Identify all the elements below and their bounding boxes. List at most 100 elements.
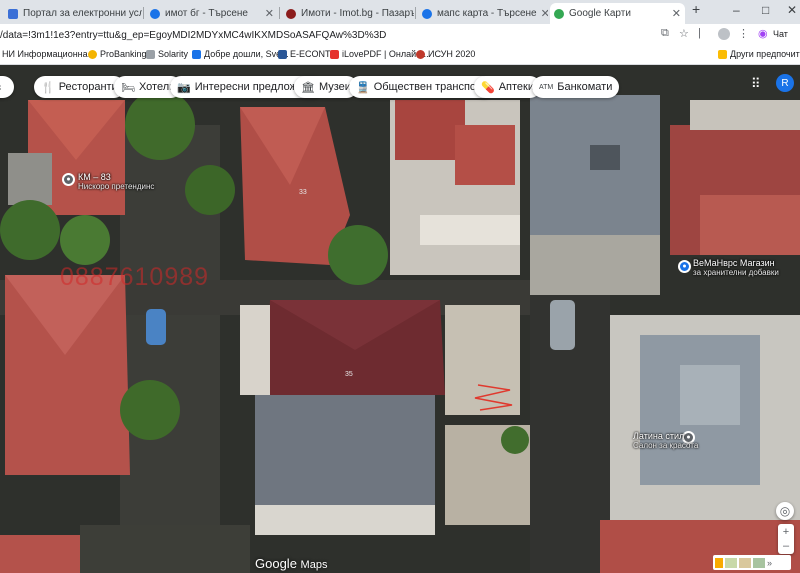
tab-maps-search[interactable]: мапс карта - Търсене ✕ — [418, 3, 548, 24]
profile-icon[interactable] — [718, 28, 730, 40]
minimize-button[interactable]: – — [733, 3, 740, 17]
bookmark-item[interactable]: iLovePDF | Онлайн... — [330, 49, 429, 59]
chat-button[interactable]: Чат — [773, 29, 788, 39]
place-pin-icon[interactable]: ● — [62, 173, 75, 186]
chip-restaurants[interactable]: 🍴 Ресторанти — [34, 76, 125, 98]
close-icon[interactable]: ✕ — [537, 7, 548, 20]
location-target-icon: ◎ — [779, 504, 791, 518]
hotel-icon: 🛏 — [121, 81, 135, 94]
install-app-icon[interactable]: ⧉ — [661, 27, 669, 40]
maximize-button[interactable]: □ — [762, 3, 769, 17]
tab-title: Портал за електронни услуги на — [23, 8, 142, 19]
poi-km83[interactable]: КМ – 83 Нискоро претендинс — [78, 172, 154, 192]
other-bookmarks[interactable]: Други предпочитани — [718, 49, 800, 59]
poi-name: ВеМаНврс Магазин — [693, 258, 775, 268]
tab-title: Имоти - Imot.bg - Пазарът на нс — [301, 8, 414, 19]
bookmark-label: Solarity — [158, 49, 189, 59]
chip-atms[interactable]: ATM Банкомати — [532, 76, 620, 98]
logo-maps-text: Maps — [300, 559, 328, 571]
camera-icon: 📷 — [177, 81, 191, 94]
my-location-button[interactable]: ◎ — [776, 502, 794, 520]
tab-imot-search[interactable]: имот бг - Търсене ✕ — [146, 3, 278, 24]
restaurant-icon: 🍴 — [41, 81, 55, 94]
poi-name: Латина стил — [633, 431, 685, 441]
more-icon[interactable]: ⋮ — [738, 27, 749, 40]
new-tab-button[interactable]: + — [692, 1, 700, 17]
bookmarks-bar: НИ Информационна... ProBanking Solarity … — [0, 46, 800, 65]
chip-label: Обществен транспорт — [373, 81, 487, 93]
tab-title: мапс карта - Търсене — [437, 8, 537, 19]
chip-label: Банкомати — [557, 81, 613, 93]
chip-pharmacies[interactable]: 💊 Аптеки — [474, 76, 541, 98]
url-text: /data=!3m1!1e3?entry=ttu&g_ep=EgoyMDI2MD… — [0, 29, 387, 41]
poi-latina-style[interactable]: Латина стил Салон за красота — [633, 431, 698, 451]
poi-name: КМ – 83 — [78, 172, 111, 182]
close-icon[interactable]: ✕ — [668, 7, 681, 20]
layer-thumbnails[interactable]: » — [713, 555, 791, 570]
divider-icon: | — [698, 27, 701, 39]
google-maps-logo: Google Maps — [255, 556, 327, 571]
pegman-icon[interactable] — [715, 557, 723, 568]
copilot-icon[interactable]: ◉ — [758, 27, 768, 40]
satellite-map[interactable]: ⇆ 🍴Ресторанти 🛏Хотели 📷Интересни предлож… — [0, 65, 800, 573]
building-number: 35 — [345, 371, 353, 378]
bookmark-label: E-ECONT — [290, 49, 331, 59]
layer-thumb[interactable] — [739, 557, 751, 568]
close-window-button[interactable]: ✕ — [787, 3, 797, 17]
phone-watermark: 0887610989 — [60, 263, 210, 291]
bookmark-label: Други предпочитани — [730, 49, 800, 59]
search-favicon-icon — [150, 8, 160, 19]
bookmark-item[interactable]: Добре дошли, Sve... — [192, 49, 289, 59]
bookmark-item[interactable]: ИСУН 2020 — [416, 49, 475, 59]
chip-label: Ресторанти — [58, 81, 118, 93]
bookmark-item[interactable]: Solarity — [146, 49, 188, 59]
atm-icon: ATM — [539, 83, 554, 91]
poi-supplement-store[interactable]: ВеМаНврс Магазин за хранителни добавки — [693, 258, 779, 278]
zoom-in-icon[interactable]: + — [783, 525, 789, 539]
expand-chevron-icon[interactable]: » — [767, 557, 777, 568]
portal-favicon-icon — [8, 8, 18, 19]
train-icon: 🚆 — [356, 81, 370, 94]
zoom-controls: + – — [778, 524, 794, 554]
layer-thumb[interactable] — [725, 557, 737, 568]
bookmark-star-icon[interactable]: ☆ — [679, 27, 689, 40]
tab-portal[interactable]: Портал за електронни услуги на ✕ — [4, 3, 142, 24]
tab-google-maps[interactable]: Google Карти ✕ — [550, 3, 685, 24]
avatar[interactable]: R — [776, 74, 794, 92]
tab-imot-bg[interactable]: Имоти - Imot.bg - Пазарът на нс ✕ — [282, 3, 414, 24]
close-icon[interactable]: ✕ — [261, 7, 274, 20]
url-field[interactable]: /data=!3m1!1e3?entry=ttu&g_ep=EgoyMDI2MD… — [0, 26, 690, 44]
probanking-icon — [88, 49, 97, 59]
maps-favicon-icon — [554, 8, 564, 19]
bookmark-label: ИСУН 2020 — [428, 49, 476, 59]
satellite-imagery — [0, 65, 800, 573]
chip-label: Музеи — [318, 81, 351, 93]
layer-thumb[interactable] — [753, 557, 765, 568]
poi-subtitle: за хранителни добавки — [693, 268, 779, 277]
econt-icon — [278, 49, 287, 59]
bookmark-label: Добре дошли, Sve... — [204, 49, 289, 59]
bookmark-label: НИ Информационна... — [2, 49, 96, 59]
bank-icon — [192, 49, 201, 59]
pharmacy-icon: 💊 — [481, 81, 495, 94]
address-bar-row: /data=!3m1!1e3?entry=ttu&g_ep=EgoyMDI2MD… — [0, 24, 800, 46]
solarity-icon — [146, 49, 155, 59]
ilovepdf-icon — [330, 49, 339, 59]
folder-icon — [718, 49, 727, 59]
bookmark-item[interactable]: ProBanking — [88, 49, 147, 59]
museum-icon: 🏛 — [301, 81, 315, 94]
tab-title: Google Карти — [569, 8, 631, 19]
building-number: 33 — [299, 189, 307, 196]
zoom-out-icon[interactable]: – — [783, 539, 789, 553]
chip-label: Аптеки — [498, 81, 534, 93]
shop-pin-icon[interactable]: ● — [678, 260, 691, 273]
bookmark-item[interactable]: НИ Информационна... — [2, 49, 95, 59]
poi-subtitle: Нискоро претендинс — [78, 182, 155, 191]
apps-grid-icon[interactable]: ⠿ — [751, 76, 761, 92]
bookmark-item[interactable]: E-ECONT — [278, 49, 331, 59]
imot-favicon-icon — [286, 8, 296, 19]
logo-google-text: Google — [255, 556, 297, 571]
chip-transit[interactable]: 🚆 Обществен транспорт — [349, 76, 494, 98]
isun-icon — [416, 49, 425, 59]
search-favicon-icon — [422, 8, 432, 19]
